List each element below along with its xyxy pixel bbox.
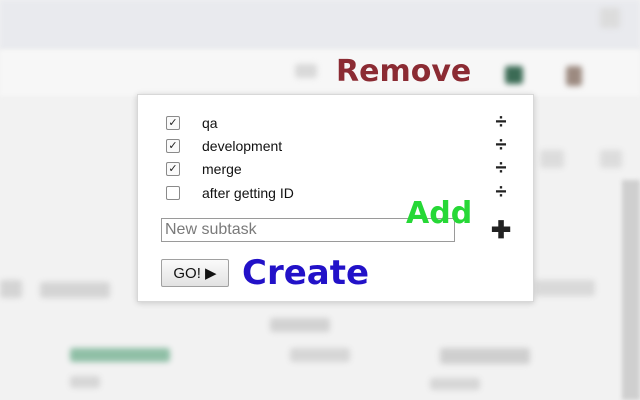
subtask-label: after getting ID (202, 185, 294, 201)
page-element-blur (0, 280, 22, 298)
subtask-checkbox[interactable]: ✓ (166, 116, 180, 130)
remove-subtask-icon[interactable]: ÷ (491, 157, 511, 179)
subtask-checkbox[interactable]: ✓ (166, 139, 180, 153)
subtask-row: ✓ development ÷ (138, 134, 533, 156)
page-element-blur (540, 150, 564, 168)
extension-icon-blur (505, 66, 523, 84)
remove-subtask-icon[interactable]: ÷ (491, 111, 511, 133)
window-control-blur (600, 8, 620, 28)
page-element-blur (70, 376, 100, 388)
page-element-blur (600, 150, 622, 168)
subtask-label: merge (202, 161, 242, 177)
subtask-checkbox[interactable]: ✓ (166, 162, 180, 176)
browser-toolbar-background (0, 50, 640, 96)
remove-annotation: Remove (336, 54, 472, 89)
remove-subtask-icon[interactable]: ÷ (491, 181, 511, 203)
page-element-blur (430, 378, 480, 390)
browser-tab-bar-background (0, 0, 640, 50)
subtask-row: after getting ID ÷ (138, 181, 533, 203)
background-scrollbar (622, 180, 640, 400)
page-element-blur (70, 348, 170, 362)
add-annotation: Add (406, 196, 473, 231)
toolbar-icon-blur (295, 64, 317, 78)
page-element-blur (290, 348, 350, 362)
page-element-blur (40, 282, 110, 298)
subtask-label: qa (202, 115, 218, 131)
page-element-blur (440, 348, 530, 364)
subtask-row: ✓ merge ÷ (138, 157, 533, 179)
remove-subtask-icon[interactable]: ÷ (491, 134, 511, 156)
go-button[interactable]: GO! ▶ (161, 259, 229, 287)
subtask-label: development (202, 138, 283, 154)
subtask-checkbox[interactable] (166, 186, 180, 200)
subtask-row: ✓ qa ÷ (138, 111, 533, 133)
page-element-blur (270, 318, 330, 332)
page-element-blur (535, 280, 595, 296)
create-annotation: Create (242, 253, 370, 293)
add-subtask-icon[interactable]: ✚ (490, 219, 512, 243)
profile-icon-blur (566, 66, 582, 86)
